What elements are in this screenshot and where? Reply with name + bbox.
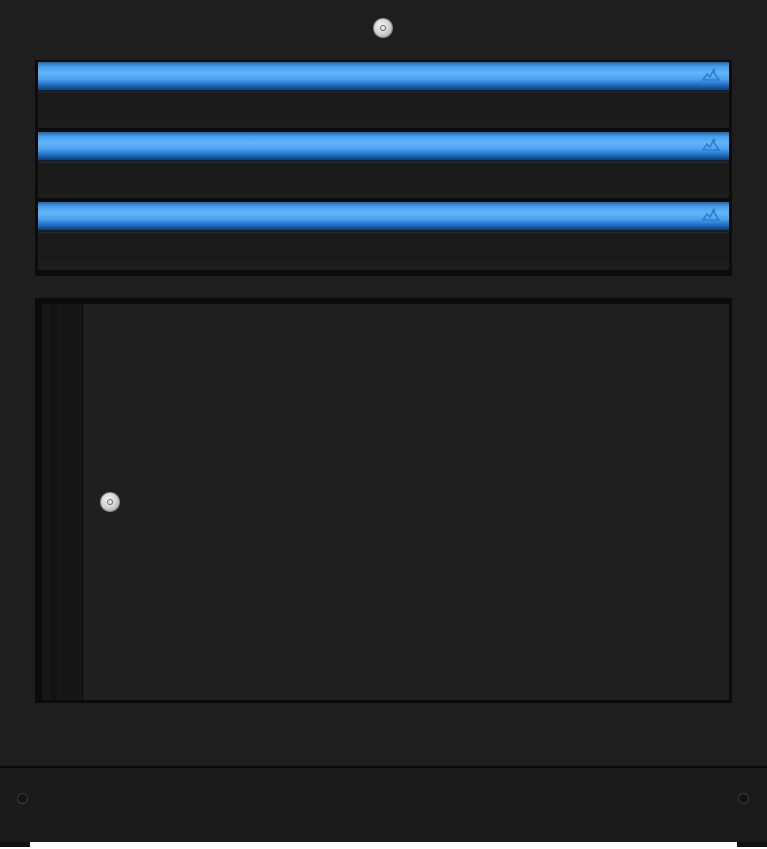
screw-icon — [18, 794, 27, 803]
drawer-2-handle[interactable] — [38, 132, 729, 160]
door-lock-icon[interactable] — [101, 493, 119, 511]
floor-gap — [0, 842, 767, 849]
drawer-stack — [35, 60, 732, 276]
tool-cabinet — [0, 0, 767, 849]
drawer-3-front — [38, 232, 729, 261]
plinth-base — [0, 766, 767, 844]
drawer-2[interactable] — [38, 132, 729, 200]
drawer-1-handle[interactable] — [38, 62, 729, 90]
left-foot — [0, 842, 30, 847]
drawer-3-handle[interactable] — [38, 202, 729, 230]
screw-icon — [739, 794, 748, 803]
drawer-2-front — [38, 162, 729, 191]
right-foot — [737, 842, 767, 847]
door-hinge-edge — [42, 304, 83, 700]
brand-logo-icon — [701, 138, 721, 151]
cabinet-door[interactable] — [83, 304, 729, 700]
drawer-3[interactable] — [38, 202, 729, 272]
door-frame — [35, 298, 732, 703]
top-lock-icon[interactable] — [374, 19, 392, 37]
door-hinge-line — [51, 304, 57, 700]
drawer-1[interactable] — [38, 62, 729, 130]
brand-logo-icon — [701, 208, 721, 221]
brand-logo-icon — [701, 68, 721, 81]
drawer-1-front — [38, 92, 729, 121]
